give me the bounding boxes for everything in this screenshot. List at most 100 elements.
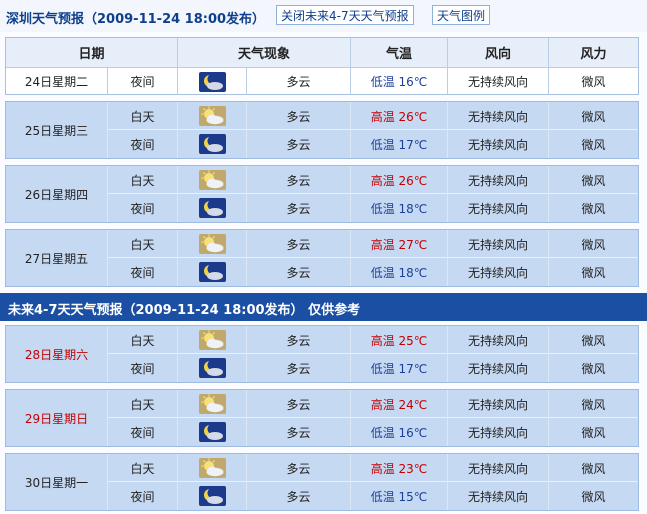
night-weather: 多云	[286, 361, 311, 376]
night-period-label: 夜间	[130, 489, 155, 504]
day-icon-cell	[178, 455, 246, 481]
cloudy-night-icon	[198, 486, 226, 506]
day-date: 29日星期日	[24, 411, 89, 426]
header-temperature: 气温	[385, 47, 412, 62]
page-title: 深圳天气预报（2009-11-24 18:00发布）	[6, 12, 266, 27]
night-wind-direction: 无持续风向	[467, 489, 528, 504]
day-wind-direction: 无持续风向	[467, 397, 528, 412]
current-date: 24日星期二	[24, 75, 89, 89]
day-wind-direction: 无持续风向	[467, 237, 528, 252]
day-period-label: 白天	[130, 397, 155, 412]
day-date: 26日星期四	[24, 187, 89, 202]
day-weather: 多云	[286, 333, 311, 348]
day-wind-direction: 无持续风向	[467, 461, 528, 476]
day-weather: 多云	[286, 237, 311, 252]
night-period-label: 夜间	[130, 361, 155, 376]
night-weather: 多云	[286, 137, 311, 152]
day-high-temp: 高温 26℃	[370, 109, 428, 124]
cloudy-night-icon	[198, 262, 226, 282]
night-wind-direction: 无持续风向	[467, 265, 528, 280]
night-weather: 多云	[286, 265, 311, 280]
night-wind-force: 微风	[581, 265, 606, 280]
night-period-label: 夜间	[130, 201, 155, 216]
day-wind-force: 微风	[581, 109, 606, 124]
day-period-label: 白天	[130, 173, 155, 188]
day-forecast-block: 28日星期六 白天 多云 高温 25℃ 无持续风向 微风 夜间 多云 低温 17…	[5, 325, 639, 383]
night-icon-cell	[178, 483, 246, 509]
day-wind-direction: 无持续风向	[467, 333, 528, 348]
night-wind-direction: 无持续风向	[467, 137, 528, 152]
forecast-header-table: 日期 天气现象 气温 风向 风力 24日星期二 夜间 多云 低温 16℃ 无持续…	[5, 37, 639, 95]
day-icon-cell	[178, 391, 246, 417]
day-icon-cell	[178, 103, 246, 129]
current-row: 24日星期二 夜间 多云 低温 16℃ 无持续风向 微风	[6, 68, 638, 95]
day-wind-force: 微风	[581, 237, 606, 252]
cloudy-night-icon	[198, 358, 226, 378]
day-icon-cell	[178, 231, 246, 257]
partly-cloudy-day-icon	[198, 458, 226, 478]
night-period-label: 夜间	[130, 425, 155, 440]
header-wind-direction: 风向	[484, 47, 511, 62]
day-high-temp: 高温 26℃	[370, 173, 428, 188]
partly-cloudy-day-icon	[198, 394, 226, 414]
partly-cloudy-day-icon	[198, 106, 226, 126]
night-wind-direction: 无持续风向	[467, 425, 528, 440]
day-high-temp: 高温 27℃	[370, 237, 428, 252]
cloudy-night-icon	[198, 71, 226, 92]
night-low-temp: 低温 17℃	[370, 137, 428, 152]
night-low-temp: 低温 16℃	[370, 425, 428, 440]
day-wind-force: 微风	[581, 397, 606, 412]
night-weather: 多云	[286, 201, 311, 216]
night-wind-force: 微风	[581, 201, 606, 216]
night-weather: 多云	[286, 489, 311, 504]
header-date: 日期	[78, 47, 105, 62]
day-date: 28日星期六	[24, 347, 89, 362]
current-wind-direction: 无持续风向	[467, 75, 528, 89]
banner-text: 未来4-7天天气预报（2009-11-24 18:00发布） 仅供参考	[8, 303, 361, 318]
night-icon-cell	[178, 355, 246, 381]
partly-cloudy-day-icon	[198, 234, 226, 254]
title-bar: 深圳天气预报（2009-11-24 18:00发布） 关闭未来4-7天天气预报 …	[0, 0, 647, 32]
day-forecast-block: 30日星期一 白天 多云 高温 23℃ 无持续风向 微风 夜间 多云 低温 15…	[5, 453, 639, 511]
cloudy-night-icon	[198, 198, 226, 218]
day-high-temp: 高温 23℃	[370, 461, 428, 476]
close-4-7-day-forecast-button[interactable]: 关闭未来4-7天天气预报	[276, 5, 414, 25]
day-period-label: 白天	[130, 237, 155, 252]
cloudy-night-icon	[198, 134, 226, 154]
header-wind-force: 风力	[580, 47, 607, 62]
day-high-temp: 高温 25℃	[370, 333, 428, 348]
day-period-label: 白天	[130, 109, 155, 124]
night-low-temp: 低温 17℃	[370, 361, 428, 376]
night-icon-cell	[178, 419, 246, 445]
night-low-temp: 低温 18℃	[370, 265, 428, 280]
night-wind-force: 微风	[581, 361, 606, 376]
day-date: 27日星期五	[24, 251, 89, 266]
header-phenomenon: 天气现象	[237, 47, 290, 62]
day-forecast-block: 29日星期日 白天 多云 高温 24℃ 无持续风向 微风 夜间 多云 低温 16…	[5, 389, 639, 447]
night-wind-direction: 无持续风向	[467, 361, 528, 376]
current-weather: 多云	[286, 75, 311, 89]
night-icon-cell	[178, 195, 246, 221]
night-wind-force: 微风	[581, 425, 606, 440]
partly-cloudy-day-icon	[198, 170, 226, 190]
day-wind-direction: 无持续风向	[467, 109, 528, 124]
weather-legend-button[interactable]: 天气图例	[432, 5, 491, 25]
current-icon-cell	[178, 68, 246, 95]
night-period-label: 夜间	[130, 137, 155, 152]
night-weather: 多云	[286, 425, 311, 440]
day-forecast-block: 27日星期五 白天 多云 高温 27℃ 无持续风向 微风 夜间 多云 低温 18…	[5, 229, 639, 287]
day-period-label: 白天	[130, 461, 155, 476]
day-wind-force: 微风	[581, 333, 606, 348]
day-weather: 多云	[286, 109, 311, 124]
partly-cloudy-day-icon	[198, 330, 226, 350]
night-period-label: 夜间	[130, 265, 155, 280]
current-temp: 低温 16℃	[370, 75, 428, 89]
day-icon-cell	[178, 167, 246, 193]
night-wind-force: 微风	[581, 137, 606, 152]
day-high-temp: 高温 24℃	[370, 397, 428, 412]
day-forecast-block: 26日星期四 白天 多云 高温 26℃ 无持续风向 微风 夜间 多云 低温 18…	[5, 165, 639, 223]
night-wind-direction: 无持续风向	[467, 201, 528, 216]
day-wind-force: 微风	[581, 173, 606, 188]
night-low-temp: 低温 18℃	[370, 201, 428, 216]
current-wind-force: 微风	[581, 75, 606, 89]
